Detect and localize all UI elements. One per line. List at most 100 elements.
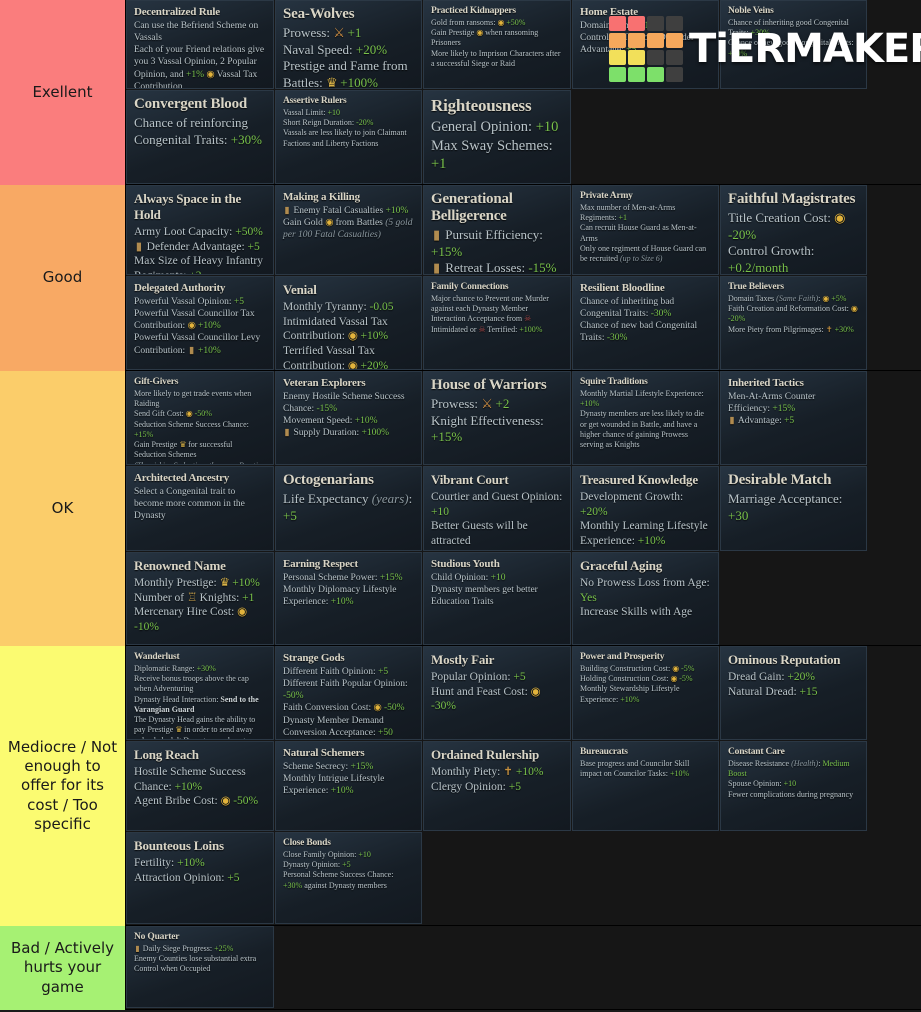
card-title: Long Reach: [134, 747, 199, 762]
tier-row: Mediocre / Not enough to offer for its c…: [0, 646, 921, 926]
card-title: Bureaucrats: [580, 747, 628, 757]
tier-item-card[interactable]: Sea-Wolves Prowess: ⚔ +1 Naval Speed: +20%…: [275, 0, 422, 89]
card-title: Earning Respect: [283, 558, 358, 570]
tier-items-container: Always Space in the Hold Army Loot Capaci…: [126, 185, 921, 370]
card-effect-line: Scheme Secrecy: +15%: [283, 762, 374, 772]
card-effect-line: Personal Scheme Success Chance: +30% aga…: [283, 870, 394, 890]
tier-item-card[interactable]: Bureaucrats Base progress and Councilor S…: [572, 741, 719, 831]
card-effect-line: Hunt and Feast Cost: ◉ -30%: [431, 685, 541, 713]
tier-item-card[interactable]: Convergent Blood Chance of reinforcing Co…: [126, 90, 274, 184]
tier-item-card[interactable]: Treasured Knowledge Development Growth: +…: [572, 466, 719, 551]
tier-list: Exellent Decentralized Rule Can use the Be…: [0, 0, 921, 1012]
tier-item-card[interactable]: Venial Monthly Tyranny: -0.05 Intimidated …: [275, 276, 422, 370]
card-effect-line: Base progress and Councilor Skill impact…: [580, 759, 690, 779]
game-icon: ▮: [284, 206, 290, 216]
tier-label[interactable]: OK: [0, 371, 126, 646]
tier-item-card[interactable]: Resilient Bloodline Chance of inheriting …: [572, 276, 719, 370]
tier-item-card[interactable]: Ordained Rulership Monthly Piety: ✝ +10% C…: [423, 741, 571, 831]
tier-item-card[interactable]: Assertive Rulers Vassal Limit: +10 Short R…: [275, 90, 422, 184]
card-title: Faithful Magistrates: [728, 191, 856, 207]
card-effect-line: Movement Speed: +10%: [283, 416, 378, 427]
tier-item-card[interactable]: Squire Traditions Monthly Martial Lifesty…: [572, 371, 719, 465]
card-effect-line: Controlled Territory Defender Advantage:…: [580, 33, 695, 56]
tier-item-card[interactable]: Practiced Kidnappers Gold from ransoms: ◉…: [423, 0, 571, 89]
tier-item-card[interactable]: Wanderlust Diplomatic Range: +30% Receive …: [126, 646, 274, 740]
tier-item-card[interactable]: Private Army Max number of Men-at-Arms Re…: [572, 185, 719, 275]
card-effect-line: ▮ Daily Siege Progress: +25%: [135, 944, 234, 953]
card-effect-line: Monthly Prestige: ♛ +10%: [134, 577, 260, 589]
tier-item-card[interactable]: Home Estate Domain Limit: +1 Controlled Te…: [572, 0, 719, 89]
tier-item-card[interactable]: Inherited Tactics Men-At-Arms Counter Eff…: [720, 371, 867, 465]
tier-item-card[interactable]: Gift-Givers More likely to get trade even…: [126, 371, 274, 465]
card-title: Wanderlust: [134, 652, 180, 662]
tier-label[interactable]: Good: [0, 185, 126, 371]
card-title: Octogenarians: [283, 472, 374, 488]
card-effect-line: Monthly Piety: ✝ +10%: [431, 766, 544, 778]
tier-item-card[interactable]: Natural Schemers Scheme Secrecy: +15% Mont…: [275, 741, 422, 831]
game-icon: ◉: [672, 664, 680, 673]
card-effect-line: More likely to get trade events when Rai…: [134, 389, 252, 409]
card-effect-line: Chance of inheriting bad Congenital Trai…: [580, 297, 675, 320]
tier-item-card[interactable]: Desirable Match Marriage Acceptance: +30: [720, 466, 867, 551]
card-title: Ominous Reputation: [728, 652, 841, 667]
card-title: Decentralized Rule: [134, 6, 220, 18]
tier-item-card[interactable]: Studious Youth Child Opinion: +10 Dynasty …: [423, 552, 571, 645]
tier-item-card[interactable]: No Quarter ▮ Daily Siege Progress: +25% En…: [126, 926, 274, 1008]
tier-item-card[interactable]: Righteousness General Opinion: +10 Max Swa…: [423, 90, 571, 184]
tier-item-card[interactable]: Constant Care Disease Resistance (Health)…: [720, 741, 867, 831]
card-effect-line: Faith Creation and Reformation Cost: ◉ -…: [728, 304, 858, 324]
game-icon: ◉: [325, 218, 334, 229]
card-title: Power and Prosperity: [580, 652, 665, 662]
card-effect-line: Receive bonus troops above the cap when …: [134, 674, 249, 694]
tier-item-card[interactable]: House of Warriors Prowess: ⚔ +2 Knight Eff…: [423, 371, 571, 465]
card-effect-line: Chance of inheriting good Congenital Tra…: [728, 18, 849, 38]
card-effect-line: Diplomatic Range: +30%: [134, 664, 216, 673]
tier-item-card[interactable]: Noble Veins Chance of inheriting good Con…: [720, 0, 867, 89]
card-title: Assertive Rulers: [283, 96, 347, 106]
card-effect-line: Max number of Men-at-Arms Regiments: +1: [580, 203, 676, 223]
card-title: Inherited Tactics: [728, 377, 804, 389]
card-effect-line: Gain Prestige ◉ when ransoming Prisoners: [431, 28, 539, 48]
card-title: Treasured Knowledge: [580, 472, 698, 487]
tier-items-container: No Quarter ▮ Daily Siege Progress: +25% En…: [126, 926, 921, 1009]
tier-item-card[interactable]: Ominous Reputation Dread Gain: +20% Natura…: [720, 646, 867, 740]
tier-item-card[interactable]: Veteran Explorers Enemy Hostile Scheme Su…: [275, 371, 422, 465]
tier-item-card[interactable]: Power and Prosperity Building Constructio…: [572, 646, 719, 740]
game-icon: ♛: [325, 74, 338, 89]
tier-item-card[interactable]: Bounteous Loins Fertility: +10% Attraction…: [126, 832, 274, 924]
tier-item-card[interactable]: Vibrant Court Courtier and Guest Opinion:…: [423, 466, 571, 551]
card-title: Venial: [283, 282, 317, 297]
tier-label[interactable]: Bad / Actively hurts your game: [0, 926, 126, 1010]
tier-item-card[interactable]: Always Space in the Hold Army Loot Capaci…: [126, 185, 274, 275]
tier-item-card[interactable]: Family Connections Major chance to Preven…: [423, 276, 571, 370]
card-effect-line: Increase Skills with Age: [580, 606, 693, 619]
tier-item-card[interactable]: Close Bonds Close Family Opinion: +10 Dyna…: [275, 832, 422, 924]
tier-item-card[interactable]: Mostly Fair Popular Opinion: +5 Hunt and F…: [423, 646, 571, 740]
tier-item-card[interactable]: Delegated Authority Powerful Vassal Opini…: [126, 276, 274, 370]
game-icon: ▮: [284, 428, 290, 439]
tier-item-card[interactable]: Renowned Name Monthly Prestige: ♛ +10% Num…: [126, 552, 274, 645]
card-effect-line: Dynasty Opinion: +5: [283, 860, 351, 870]
tier-item-card[interactable]: Decentralized Rule Can use the Befriend S…: [126, 0, 274, 89]
tier-item-card[interactable]: Earning Respect Personal Scheme Power: +1…: [275, 552, 422, 645]
game-icon: ⚔: [333, 25, 345, 40]
tier-item-card[interactable]: Long Reach Hostile Scheme Success Chance:…: [126, 741, 274, 831]
card-effect-line: Terrified Vassal Tax Contribution: ◉ +20…: [283, 344, 414, 369]
card-effect-line: Can recruit House Guard as Men-at-Arms: [580, 223, 697, 243]
tier-item-card[interactable]: Architected Ancestry Select a Congenital …: [126, 466, 274, 551]
tier-label[interactable]: Exellent: [0, 0, 126, 185]
card-effect-line: Interaction Acceptance from ☠ Intimidate…: [431, 314, 543, 334]
tier-item-card[interactable]: Strange Gods Different Faith Opinion: +5 D…: [275, 646, 422, 740]
tier-item-card[interactable]: Octogenarians Life Expectancy (years): +5: [275, 466, 422, 551]
tier-item-card[interactable]: Generational Belligerence ▮ Pursuit Effic…: [423, 185, 571, 275]
game-icon: ☠: [524, 314, 532, 324]
tier-item-card[interactable]: Faithful Magistrates Title Creation Cost:…: [720, 185, 867, 275]
tier-item-card[interactable]: Making a Killing ▮ Enemy Fatal Casualties…: [275, 185, 422, 275]
card-effect-line: ▮ Advantage: +5: [729, 416, 795, 427]
tier-item-card[interactable]: True Believers Domain Taxes (Same Faith):…: [720, 276, 867, 370]
tier-row: Exellent Decentralized Rule Can use the Be…: [0, 0, 921, 185]
tier-row: Good Always Space in the Hold Army Loot Ca…: [0, 185, 921, 371]
tier-label[interactable]: Mediocre / Not enough to offer for its c…: [0, 646, 126, 926]
card-effect-line: Can use the Befriend Scheme on Vassals: [134, 21, 259, 44]
tier-item-card[interactable]: Graceful Aging No Prowess Loss from Age: …: [572, 552, 719, 645]
